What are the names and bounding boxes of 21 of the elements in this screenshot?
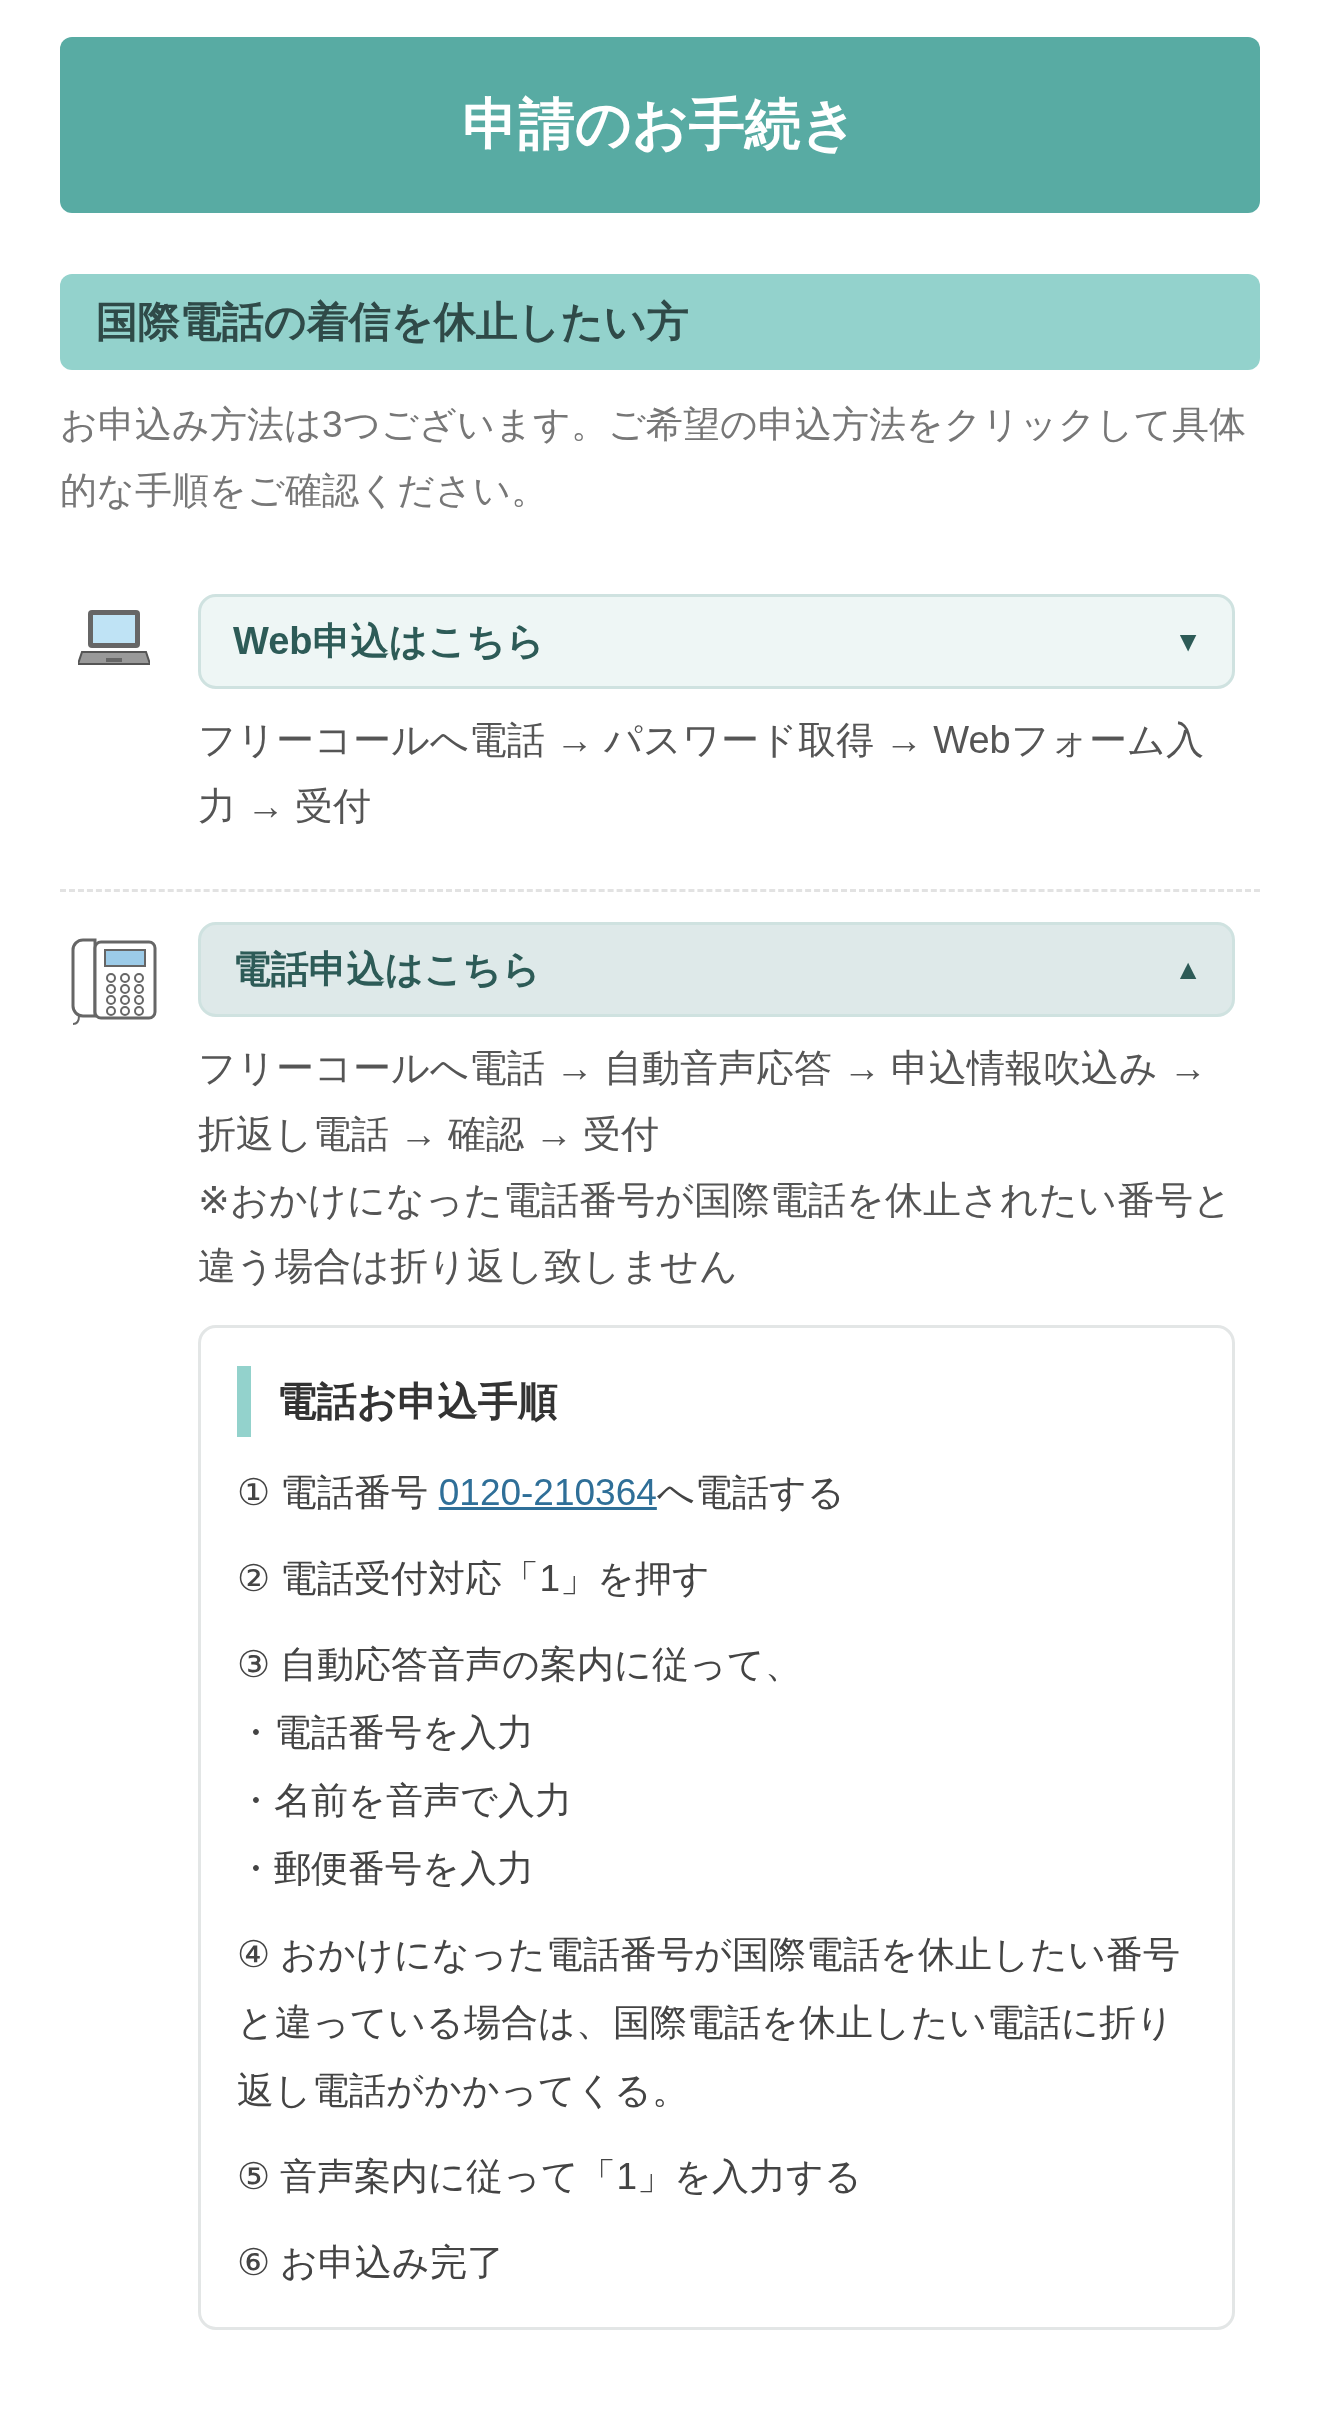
flow-text: フリーコールへ電話 → 自動音声応答 → 申込情報吹込み → 折返し電話 → 確認 → 受付 xyxy=(198,1046,1208,1157)
phone-link[interactable]: 0120-210364 xyxy=(438,1472,657,1513)
step-text: ⑤ 音声案内に従って「1」を入力する xyxy=(237,2155,864,2199)
flow-text: ※おかけになった電話番号が国際電話を休止されたい番号と違う場合は折り返し致しません xyxy=(198,1178,1233,1289)
step-text: ④ おかけになった電話番号が国際電話を休止したい番号と違っている場合は、国際電話を休止したい電話に折り返し電話がかかってくる。 xyxy=(237,1933,1182,2113)
collapse-arrow-icon: ▲ xyxy=(1174,953,1202,986)
accordion-toggle[interactable]: 電話申込はこちら ▲ xyxy=(198,922,1235,1017)
accordion-toggle[interactable]: Web申込はこちら ▼ xyxy=(198,594,1235,689)
section-heading: 国際電話の着信を休止したい方 xyxy=(60,274,1260,370)
intro-text: お申込み方法は3つございます。ご希望の申込方法をクリックして具体的な手順をご確認ください。 xyxy=(60,403,1247,513)
step-text: ③ 自動応答音声の案内に従って、 xyxy=(237,1643,804,1687)
step-text: ② 電話受付対応「1」を押す xyxy=(237,1557,712,1601)
step-text: ① 電話番号 0120-210364へ電話する xyxy=(237,1471,846,1515)
page-title: 申請のお手続き xyxy=(60,37,1260,213)
procedure-title: 電話お申込手順 xyxy=(237,1366,1196,1437)
step-text: ⑥ お申込み完了 xyxy=(237,2241,506,2285)
flow-text: フリーコールへ電話 → パスワード取得 → Webフォーム入力 → 受付 xyxy=(198,718,1205,829)
bullet-item: ・名前を音声で入力 xyxy=(237,1779,573,1823)
bullet-item: ・郵便番号を入力 xyxy=(237,1847,535,1891)
expand-arrow-icon: ▼ xyxy=(1174,625,1202,658)
bullet-item: ・電話番号を入力 xyxy=(237,1711,535,1755)
